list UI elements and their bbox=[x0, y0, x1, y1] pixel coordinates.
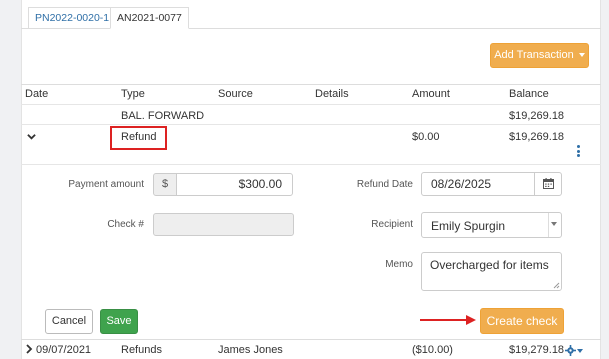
next-row-amount: ($10.00) bbox=[412, 344, 453, 356]
recipient-value: Emily Spurgin bbox=[431, 219, 506, 233]
chevron-right-icon[interactable] bbox=[26, 344, 33, 354]
refund-date-value: 08/26/2025 bbox=[431, 177, 492, 191]
column-header-amount[interactable]: Amount bbox=[412, 88, 450, 100]
refund-row-amount: $0.00 bbox=[412, 131, 440, 143]
tab-pn2022-0020-1[interactable]: PN2022-0020-1 bbox=[28, 7, 117, 29]
calendar-button[interactable] bbox=[534, 173, 562, 195]
add-transaction-button[interactable]: Add Transaction bbox=[490, 43, 589, 68]
header-divider bbox=[21, 104, 601, 105]
check-number-input[interactable] bbox=[153, 213, 294, 236]
cancel-button[interactable]: Cancel bbox=[45, 309, 93, 334]
recipient-select[interactable]: Emily Spurgin bbox=[421, 212, 562, 238]
next-row-balance: $19,279.18 bbox=[509, 344, 565, 356]
gear-caret-icon[interactable] bbox=[577, 349, 583, 353]
gear-icon[interactable] bbox=[565, 345, 576, 356]
save-button[interactable]: Save bbox=[100, 309, 138, 334]
more-options-icon[interactable] bbox=[577, 145, 581, 157]
refund-row-type: Refund bbox=[121, 131, 157, 143]
recipient-label: Recipient bbox=[371, 219, 413, 230]
column-header-details[interactable]: Details bbox=[315, 88, 349, 100]
check-number-label: Check # bbox=[107, 219, 144, 230]
next-row-source: James Jones bbox=[218, 344, 283, 356]
caret-down-icon bbox=[578, 53, 585, 58]
column-header-source[interactable]: Source bbox=[218, 88, 253, 100]
bal-forward-type: BAL. FORWARD bbox=[121, 110, 205, 122]
payment-amount-label: Payment amount bbox=[68, 179, 144, 190]
calendar-icon bbox=[543, 178, 554, 189]
refund-date-field[interactable]: 08/26/2025 bbox=[421, 172, 562, 196]
row-divider bbox=[21, 124, 601, 125]
red-arrow-annotation bbox=[420, 315, 476, 325]
payment-amount-input[interactable]: $300.00 bbox=[176, 173, 293, 196]
tab-an2021-0077[interactable]: AN2021-0077 bbox=[110, 7, 189, 29]
table-top-border bbox=[21, 84, 601, 85]
column-header-date[interactable]: Date bbox=[25, 88, 48, 100]
select-divider bbox=[548, 213, 549, 237]
next-row-type: Refunds bbox=[121, 344, 162, 356]
column-header-balance[interactable]: Balance bbox=[509, 88, 549, 100]
create-check-button[interactable]: Create check bbox=[480, 308, 564, 334]
row-divider bbox=[21, 339, 601, 340]
next-row-date: 09/07/2021 bbox=[36, 344, 92, 356]
column-header-type[interactable]: Type bbox=[121, 88, 145, 100]
row-divider bbox=[21, 164, 601, 165]
refund-date-label: Refund Date bbox=[356, 179, 413, 190]
bal-forward-balance: $19,269.18 bbox=[509, 110, 565, 122]
chevron-down-icon[interactable] bbox=[27, 132, 36, 141]
add-transaction-label: Add Transaction bbox=[494, 49, 574, 61]
memo-label: Memo bbox=[385, 259, 413, 270]
dropdown-caret-icon bbox=[551, 222, 557, 226]
resize-handle-icon[interactable] bbox=[553, 282, 560, 289]
refund-row-balance: $19,269.18 bbox=[509, 131, 565, 143]
currency-addon: $ bbox=[153, 173, 177, 196]
memo-value: Overcharged for items bbox=[430, 258, 549, 272]
memo-textarea[interactable]: Overcharged for items bbox=[421, 252, 562, 291]
